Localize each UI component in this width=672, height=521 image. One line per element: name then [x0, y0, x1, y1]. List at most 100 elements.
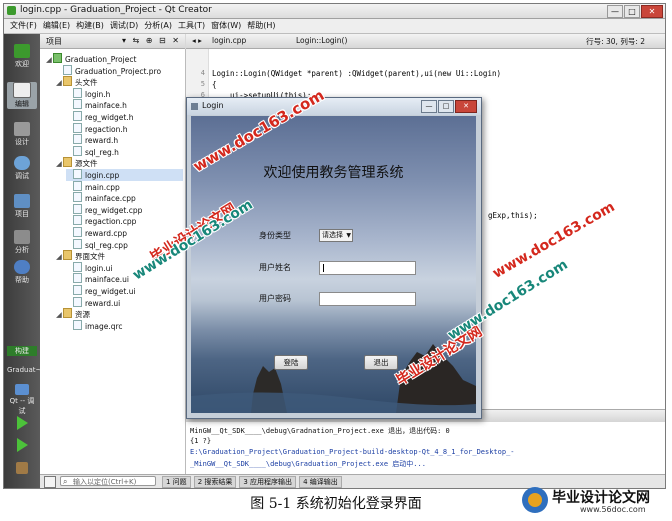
tree-item-label: 头文件 [75, 78, 98, 88]
tree-item-label: login.h [85, 89, 111, 99]
tab-compile-output[interactable]: 4 编译输出 [299, 476, 342, 488]
target-kit-selector[interactable]: Qt -- 调试 [7, 384, 37, 416]
tree-folder[interactable]: ◢ 源文件 [56, 157, 183, 169]
mode-debug[interactable]: 调试 [7, 156, 37, 181]
projects-panel-title[interactable]: 项目 [46, 36, 62, 47]
toggle-sidebar-button[interactable] [44, 476, 56, 488]
tree-item-label: Graduation_Project.pro [75, 66, 162, 76]
username-input[interactable] [319, 261, 416, 275]
tree-file[interactable]: reward.ui [66, 296, 183, 309]
mode-edit[interactable]: 编辑 [7, 82, 37, 109]
dialog-minimize-button[interactable]: — [421, 100, 437, 113]
tree-item-label: main.cpp [85, 182, 120, 192]
tree-file[interactable]: regaction.cpp [66, 215, 183, 227]
build-button[interactable] [7, 462, 37, 478]
menu-analyze[interactable]: 分析(A) [144, 19, 172, 33]
dialog-close-button[interactable]: ✕ [455, 100, 477, 113]
tree-folder[interactable]: ◢ 资源 [56, 308, 183, 320]
target-project[interactable]: Graduat~roject [7, 366, 61, 374]
tree-file[interactable]: mainface.ui [66, 273, 183, 285]
debug-run-button[interactable] [7, 438, 37, 454]
file-tab[interactable]: login.cpp [212, 36, 246, 45]
username-label: 用户姓名 [259, 263, 291, 272]
folder-icon [63, 76, 72, 87]
maximize-button[interactable]: □ [624, 5, 640, 18]
mode-help[interactable]: 帮助 [7, 260, 37, 285]
dialog-maximize-button[interactable]: □ [438, 100, 454, 113]
minimize-button[interactable]: — [607, 5, 623, 18]
pencil-icon [14, 122, 30, 136]
menu-help[interactable]: 帮助(H) [247, 19, 275, 33]
locator-input[interactable]: ⌕ 输入以定位(Ctrl+K) [60, 476, 156, 486]
logo-url: www.56doc.com [580, 505, 646, 514]
tree-file[interactable]: login.cpp [66, 169, 183, 181]
tree-file[interactable]: mainface.cpp [66, 192, 183, 204]
tree-file[interactable]: sql_reg.h [66, 145, 183, 158]
tab-issues[interactable]: 1 问题 [162, 476, 191, 488]
run-button[interactable] [7, 416, 37, 432]
code-line[interactable]: Login::Login(QWidget *parent) :QWidget(p… [212, 69, 501, 78]
menu-edit[interactable]: 编辑(E) [43, 19, 70, 33]
file-icon [73, 227, 82, 237]
tree-file[interactable]: reg_widget.h [66, 111, 183, 123]
window-title: login.cpp - Graduation_Project - Qt Crea… [20, 5, 212, 15]
welcome-heading: 欢迎使用教务管理系统 [263, 165, 404, 181]
tree-item-label: reward.ui [85, 298, 121, 308]
projects-panel-tools[interactable]: ▾ ⇆ ⊕ ⊟ ✕ [122, 36, 181, 45]
tab-app-output[interactable]: 3 应用程序输出 [239, 476, 297, 488]
mode-label: 调试 [15, 172, 29, 180]
tree-file[interactable]: mainface.h [66, 99, 183, 111]
menu-window[interactable]: 窗体(W) [211, 19, 241, 33]
tree-file[interactable]: image.qrc [66, 319, 183, 332]
code-line[interactable]: { [212, 80, 217, 89]
file-icon [73, 285, 82, 295]
mode-projects[interactable]: 项目 [7, 194, 37, 219]
menu-build[interactable]: 构建(B) [76, 19, 104, 33]
menu-tools[interactable]: 工具(T) [178, 19, 205, 33]
tree-item-label: 界面文件 [75, 252, 105, 262]
window-controls: — □ ✕ [607, 5, 663, 18]
bug-icon [14, 156, 30, 170]
file-icon [73, 261, 82, 272]
password-input[interactable] [319, 292, 416, 306]
identity-select[interactable]: 请选择 ▼ [319, 229, 353, 242]
document-icon [13, 82, 31, 98]
login-button[interactable]: 登陆 [274, 355, 308, 370]
tree-project[interactable]: ◢ Graduation_Project [46, 53, 183, 65]
tree-file[interactable]: reg_widget.ui [66, 285, 183, 297]
tree-folder[interactable]: ◢ 头文件 [56, 76, 183, 88]
help-icon [14, 260, 30, 274]
symbol-selector[interactable]: Login::Login() [296, 36, 347, 45]
output-line: MinGW__Qt_SDK____\debug\Gradnation_Proje… [190, 427, 450, 435]
file-icon [73, 273, 82, 284]
tree-file[interactable]: main.cpp [66, 180, 183, 193]
tree-file[interactable]: login.h [66, 87, 183, 100]
login-dialog-title: Login [202, 101, 224, 110]
file-icon [73, 203, 82, 214]
tree-file[interactable]: Graduation_Project.pro [56, 64, 183, 77]
tree-file[interactable]: regaction.h [66, 122, 183, 135]
file-icon [73, 238, 82, 249]
tree-file[interactable]: reg_widget.cpp [66, 203, 183, 216]
menu-file[interactable]: 文件(F) [10, 19, 37, 33]
output-line: E:\Graduation_Project\Graduation_Project… [190, 448, 515, 456]
tree-item-label: 源文件 [75, 159, 98, 169]
code-line[interactable]: gExp,this); [488, 211, 538, 220]
locator-placeholder: 输入以定位(Ctrl+K) [73, 478, 137, 486]
tab-search-results[interactable]: 2 搜索结果 [193, 476, 237, 488]
menu-debug[interactable]: 调试(D) [110, 19, 138, 33]
mode-label: 帮助 [15, 276, 29, 284]
nav-arrows[interactable]: ◂ ▸ [192, 36, 202, 45]
file-icon [73, 111, 82, 121]
file-icon [73, 296, 82, 307]
mode-welcome[interactable]: 欢迎 [7, 44, 37, 69]
exit-button[interactable]: 退出 [364, 355, 398, 370]
tree-item-label: reward.cpp [85, 229, 128, 238]
tree-item-label: Graduation_Project [65, 55, 137, 64]
mode-label: 项目 [15, 210, 29, 218]
mode-design[interactable]: 设计 [7, 122, 37, 147]
tree-file[interactable]: reward.h [66, 134, 183, 146]
file-icon [73, 319, 82, 330]
close-button[interactable]: ✕ [641, 5, 663, 18]
mode-analyze[interactable]: 分析 [7, 230, 37, 255]
